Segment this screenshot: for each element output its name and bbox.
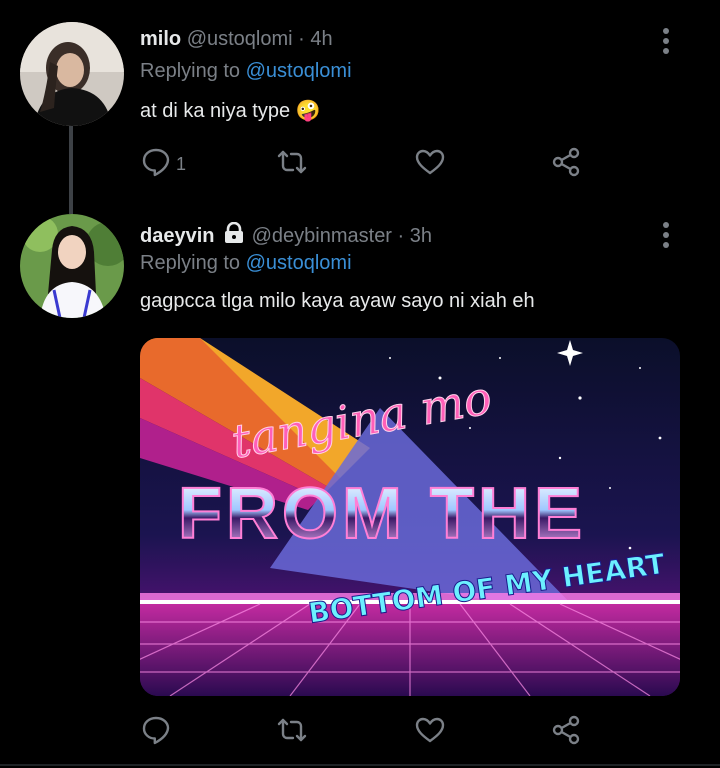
share-icon (550, 146, 582, 183)
tweet-1[interactable]: milo @ustoqlomi · 4h Replying to @ustoql… (0, 0, 720, 214)
tweet-text: gagpcca tlga milo kaya ayaw sayo ni xiah… (140, 290, 535, 312)
meme-text-chrome: FROM THE (178, 474, 586, 554)
more-vertical-icon[interactable] (662, 222, 670, 252)
replying-mention-link[interactable]: @ustoqlomi (246, 60, 352, 82)
avatar[interactable] (20, 214, 124, 318)
lock-icon (222, 221, 246, 250)
retweet-button[interactable] (276, 714, 308, 750)
reply-button[interactable]: 1 (140, 146, 186, 182)
replying-to: Replying to @ustoqlomi (140, 252, 352, 275)
more-vertical-icon[interactable] (662, 28, 670, 58)
tweet-actions: 1 (140, 146, 580, 186)
divider (0, 764, 720, 766)
reply-icon (140, 714, 172, 751)
tweet-actions (140, 714, 580, 754)
tweet-text: at di ka niya type 🤪 (140, 100, 321, 122)
like-button[interactable] (414, 146, 446, 182)
handle[interactable]: @ustoqlomi (187, 28, 293, 50)
share-button[interactable] (550, 714, 582, 750)
like-icon (414, 714, 446, 751)
reply-icon (140, 146, 172, 183)
timestamp[interactable]: 4h (310, 28, 332, 50)
like-icon (414, 146, 446, 183)
retweet-icon (276, 714, 308, 751)
handle[interactable]: @deybinmaster (252, 225, 392, 247)
display-name[interactable]: milo (140, 28, 181, 50)
timestamp[interactable]: 3h (410, 225, 432, 247)
display-name[interactable]: daeyvin (140, 225, 214, 247)
replying-prefix: Replying to (140, 252, 241, 274)
tweet-header: daeyvin @deybinmaster · 3h (140, 221, 432, 250)
replying-mention-link[interactable]: @ustoqlomi (246, 252, 352, 274)
separator: · (298, 28, 305, 50)
reply-button[interactable] (140, 714, 172, 750)
tweet-header: milo @ustoqlomi · 4h (140, 28, 333, 51)
replying-prefix: Replying to (140, 60, 241, 82)
share-button[interactable] (550, 146, 582, 182)
reply-count: 1 (176, 153, 187, 174)
like-button[interactable] (414, 714, 446, 750)
retweet-button[interactable] (276, 146, 308, 182)
tweet-media-image[interactable]: tangina mo FROM THE BOTTOM OF MY HEART (140, 338, 680, 696)
avatar[interactable] (20, 22, 124, 126)
retweet-icon (276, 146, 308, 183)
separator: · (397, 225, 405, 247)
share-icon (550, 714, 582, 751)
replying-to: Replying to @ustoqlomi (140, 60, 352, 83)
